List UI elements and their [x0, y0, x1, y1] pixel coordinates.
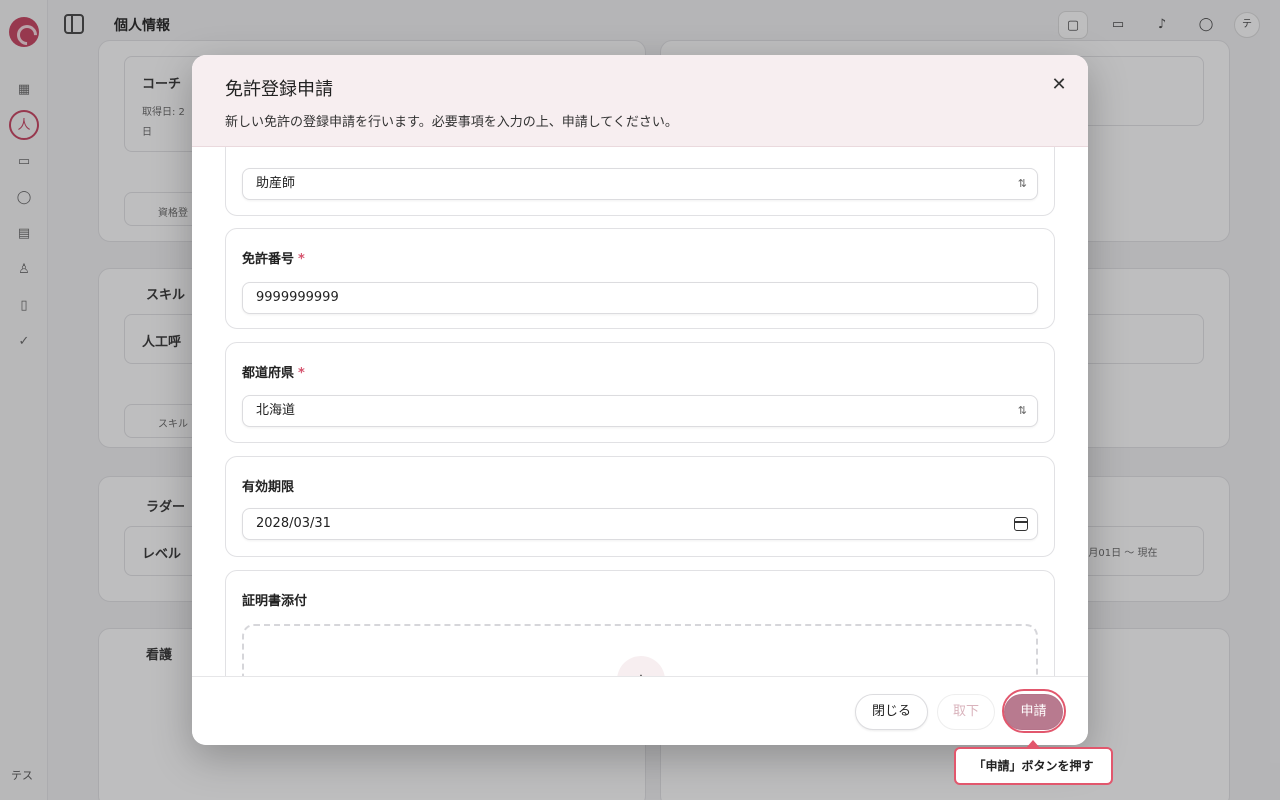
- expiry-date-input[interactable]: 2028/03/31: [242, 508, 1038, 540]
- instruction-tooltip: 「申請」ボタンを押す: [954, 740, 1113, 785]
- license-type-select[interactable]: 助産師 ⇅: [242, 168, 1038, 200]
- chevron-updown-icon: ⇅: [1017, 404, 1027, 417]
- license-type-value: 助産師: [256, 176, 296, 191]
- dialog-description: 新しい免許の登録申請を行います。必要事項を入力の上、申請してください。: [225, 115, 678, 130]
- chevron-updown-icon: ⇅: [1017, 177, 1027, 190]
- dialog-title: 免許登録申請: [225, 79, 333, 100]
- required-mark: *: [298, 366, 305, 381]
- prefecture-label: 都道府県: [242, 366, 295, 381]
- license-application-dialog: 免許登録申請 新しい免許の登録申請を行います。必要事項を入力の上、申請してくださ…: [192, 55, 1088, 745]
- prefecture-select[interactable]: 北海道 ⇅: [242, 395, 1038, 427]
- apply-button-highlight: [1002, 689, 1066, 733]
- dialog-footer: 閉じる 取下 申請: [192, 676, 1088, 745]
- expiry-date-value: 2028/03/31: [256, 516, 331, 531]
- license-number-section: 免許番号 * 9999999999: [225, 228, 1055, 329]
- expiry-label: 有効期限: [242, 480, 295, 495]
- license-number-input[interactable]: 9999999999: [242, 282, 1038, 314]
- required-mark: *: [298, 252, 305, 267]
- expiry-section: 有効期限 2028/03/31: [225, 456, 1055, 557]
- withdraw-button[interactable]: 取下: [937, 694, 995, 730]
- calendar-icon[interactable]: [1014, 517, 1028, 531]
- dialog-body[interactable]: 助産師 ⇅ 免許番号 * 9999999999 都道府県 * 北海道 ⇅ 有効期限: [192, 147, 1088, 676]
- dialog-header: 免許登録申請 新しい免許の登録申請を行います。必要事項を入力の上、申請してくださ…: [192, 55, 1088, 147]
- prefecture-value: 北海道: [256, 403, 296, 418]
- license-number-label: 免許番号: [242, 252, 295, 267]
- upload-icon: ▲: [617, 656, 665, 676]
- license-type-section: 助産師 ⇅: [225, 147, 1055, 216]
- file-dropzone[interactable]: ▲: [242, 624, 1038, 676]
- prefecture-section: 都道府県 * 北海道 ⇅: [225, 342, 1055, 443]
- attachment-section: 証明書添付 ▲: [225, 570, 1055, 676]
- close-icon[interactable]: ✕: [1048, 74, 1070, 96]
- close-button[interactable]: 閉じる: [855, 694, 928, 730]
- attachment-label: 証明書添付: [242, 594, 308, 609]
